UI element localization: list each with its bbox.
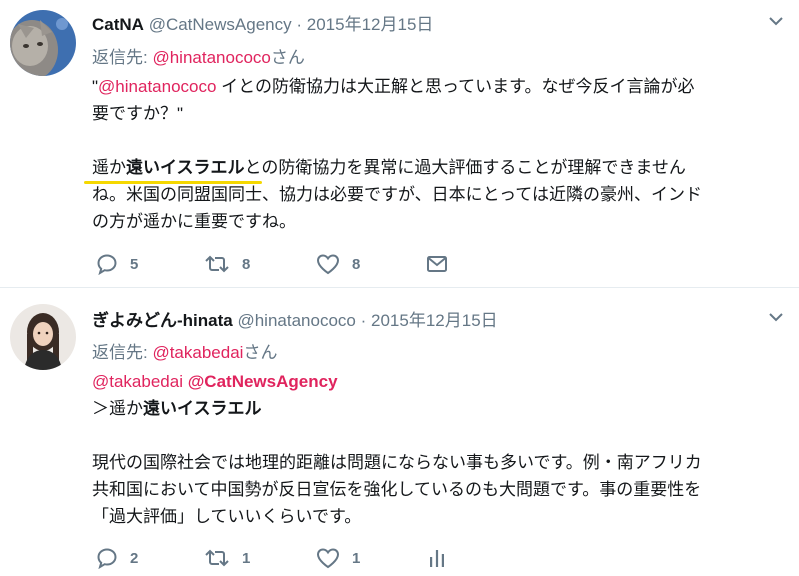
retweet-icon [205,549,229,567]
bold-phrase: 遠いイスラエル [126,158,245,177]
tweet-text: "@hinatanococo イとの防衛協力は大正解と思っています。なぜ今反イ言… [92,73,782,235]
tweet-text: @takabedai @CatNewsAgency ＞遥か遠いイスラエル 現代の… [92,368,782,530]
user-handle[interactable]: @CatNewsAgency [149,15,292,34]
text-fragment: ＞遥か [92,399,143,418]
tweet-date[interactable]: 2015年12月15日 [371,311,498,330]
like-count: 1 [352,549,361,567]
retweet-count: 8 [242,255,251,273]
reply-suffix: さん [243,343,278,362]
like-icon [316,254,340,275]
tweet-header: ぎよみどん-hinata @hinatanococo · 2015年12月15日 [92,306,498,331]
like-count: 8 [352,255,361,273]
tweet-catna[interactable]: CatNA @CatNewsAgency · 2015年12月15日 返信先: … [0,0,799,288]
text-line: の方が遥かに重要ですね。 [92,212,296,231]
retweet-count: 1 [242,549,251,567]
cat-avatar-image [10,10,76,76]
text-line: ね。米国の同盟国同士、協力は必要ですが、日本にとっては近隣の豪州、インド [92,185,702,204]
reply-button[interactable]: 5 [96,252,138,276]
body-mention[interactable]: @hinatanococo [98,77,216,96]
text-line: 要ですか？" [92,104,184,123]
reply-mention[interactable]: @hinatanococo [152,48,270,67]
text-fragment: との防衛協力を異常に過大評価することが理解できません [244,158,686,177]
retweet-button[interactable]: 1 [204,546,250,570]
retweet-button[interactable]: 8 [204,252,250,276]
direct-message-button[interactable] [426,252,448,276]
chevron-down-icon[interactable] [769,14,783,28]
reply-button[interactable]: 2 [96,546,138,570]
text-line: 「過大評価」していいくらいです。 [92,507,362,526]
reply-suffix: さん [270,48,305,67]
text-line: 現代の国際社会では地理的距離は問題にならない事も多いです。例・南アフリカ [92,453,702,472]
like-button[interactable]: 8 [316,252,360,276]
person-avatar-image [10,304,76,370]
tweet-date[interactable]: 2015年12月15日 [307,15,434,34]
reply-prefix: 返信先: [92,343,153,362]
analytics-button[interactable] [426,546,448,570]
tweet-header: CatNA @CatNewsAgency · 2015年12月15日 [92,10,433,35]
reply-count: 2 [130,549,139,567]
avatar-hinata[interactable] [10,304,76,370]
separator-dot: · [360,311,367,330]
like-button[interactable]: 1 [316,546,360,570]
retweet-icon [205,255,229,273]
reply-icon [97,254,117,275]
chevron-down-icon[interactable] [769,310,783,324]
avatar-cat[interactable] [10,10,76,76]
reply-context: 返信先: @takabedaiさん [92,338,277,363]
message-icon [427,256,447,272]
text-line: 共和国において中国勢が反日宣伝を強化しているのも大問題です。事の重要性を [92,480,702,499]
separator-dot: · [296,15,303,34]
bold-phrase: 遠いイスラエル [143,399,262,418]
reply-mention[interactable]: @takabedai [152,343,243,362]
display-name[interactable]: ぎよみどん-hinata [92,311,233,330]
tweet-hinata[interactable]: ぎよみどん-hinata @hinatanococo · 2015年12月15日… [0,288,799,576]
display-name[interactable]: CatNA [92,15,144,34]
text-fragment: 遥か [92,158,126,177]
user-handle[interactable]: @hinatanococo [237,311,355,330]
like-icon [316,548,340,569]
reply-icon [97,548,117,569]
body-mention[interactable]: @takabedai [92,372,183,391]
analytics-icon [430,550,444,567]
reply-context: 返信先: @hinatanococoさん [92,43,305,68]
reply-count: 5 [130,255,139,273]
text-line: イとの防衛協力は大正解と思っています。なぜ今反イ言論が必 [216,77,695,96]
reply-prefix: 返信先: [92,48,153,67]
body-mention[interactable]: @CatNewsAgency [188,372,338,391]
